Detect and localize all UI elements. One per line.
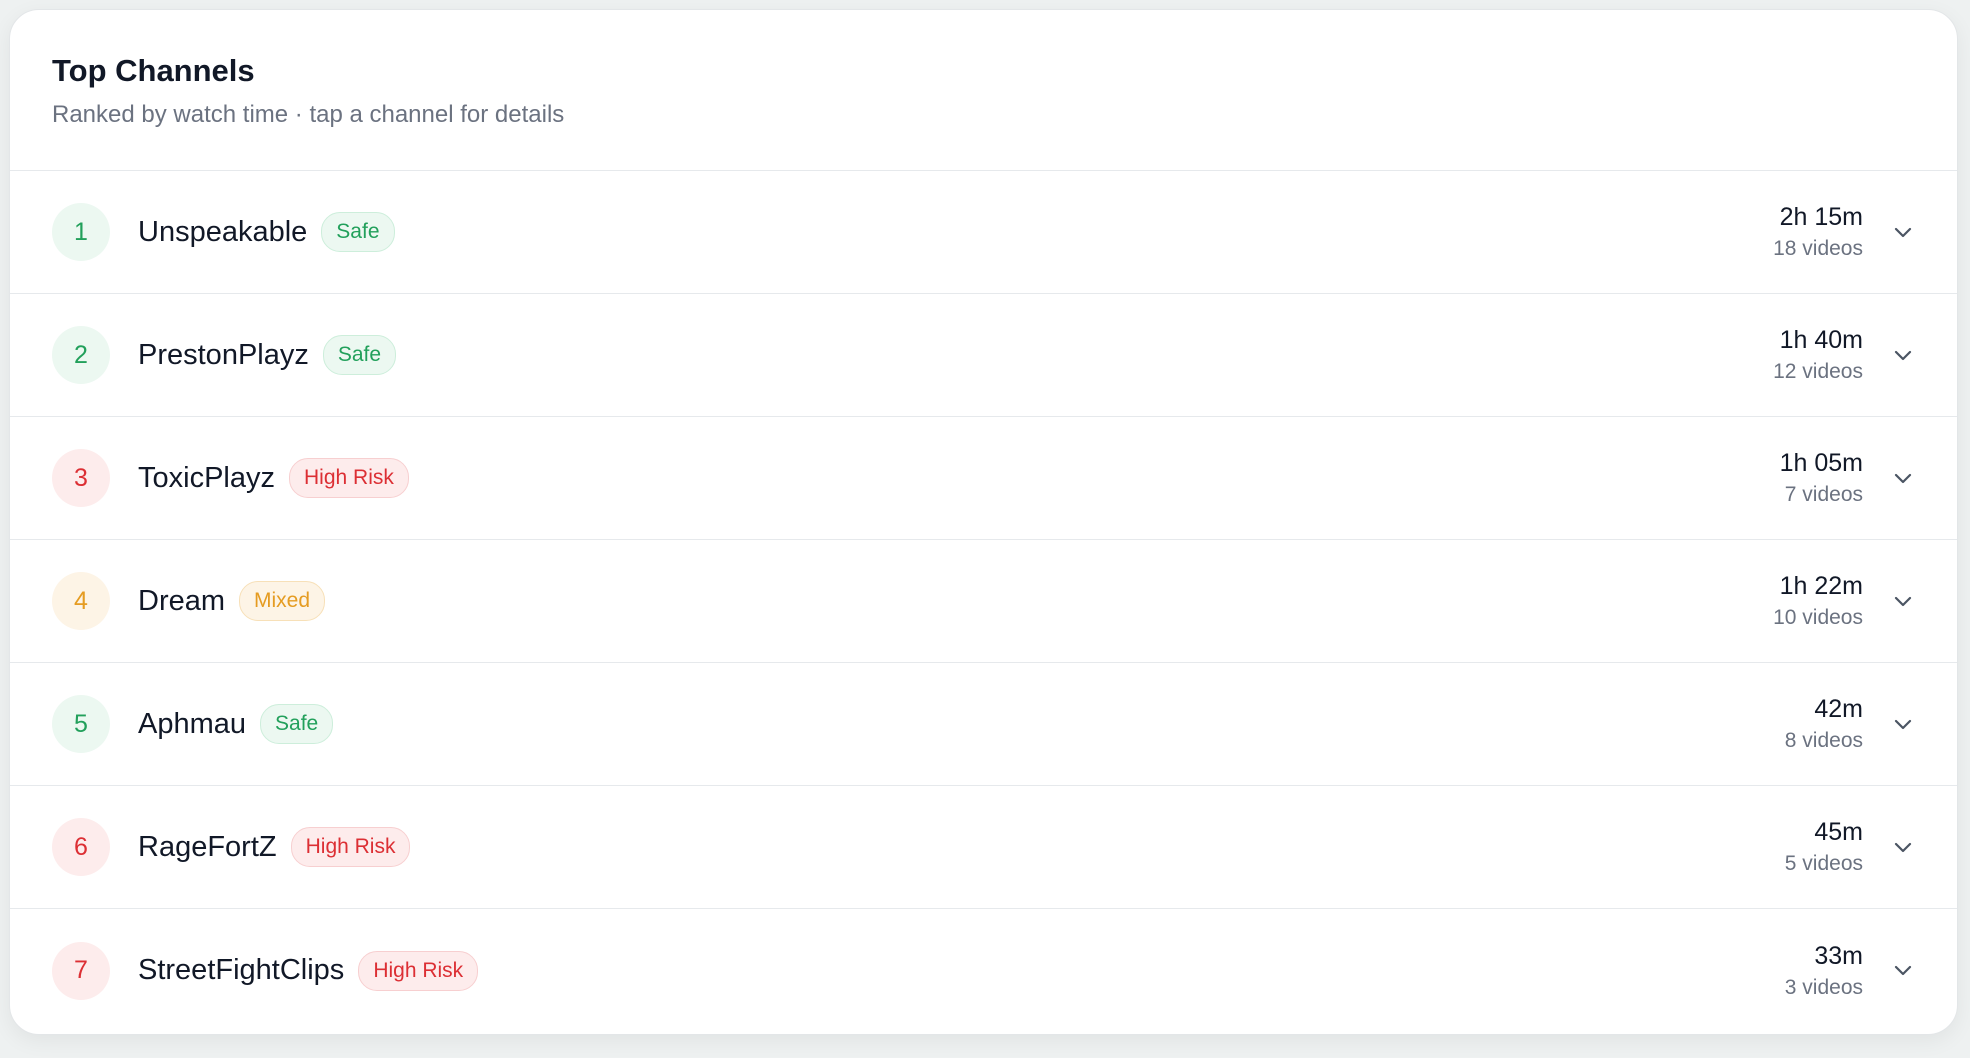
- risk-badge: High Risk: [358, 950, 479, 991]
- channel-stats: 1h 22m 10 videos: [1773, 571, 1863, 630]
- channel-name: Unspeakable: [138, 215, 308, 248]
- card-header: Top Channels Ranked by watch time · tap …: [10, 10, 1957, 171]
- channel-stats: 33m 3 videos: [1785, 941, 1863, 1000]
- channel-name: RageFortZ: [138, 830, 277, 863]
- watch-time: 1h 40m: [1779, 326, 1863, 355]
- video-count: 18 videos: [1773, 237, 1863, 261]
- channel-name: ToxicPlayz: [138, 461, 275, 494]
- channel-row[interactable]: 1 Unspeakable Safe 2h 15m 18 videos: [10, 171, 1957, 294]
- chevron-down-icon[interactable]: [1891, 835, 1915, 859]
- video-count: 8 videos: [1784, 729, 1863, 753]
- channel-name: Dream: [138, 584, 226, 617]
- channel-row[interactable]: 3 ToxicPlayz High Risk 1h 05m 7 videos: [10, 417, 1957, 540]
- rank-circle: 1: [52, 203, 110, 261]
- channel-stats: 2h 15m 18 videos: [1773, 202, 1863, 261]
- watch-time: 1h 05m: [1779, 449, 1863, 478]
- risk-badge: Safe: [321, 212, 395, 252]
- risk-badge: High Risk: [289, 458, 409, 498]
- channel-stats: 1h 05m 7 videos: [1780, 448, 1863, 507]
- watch-time: 42m: [1814, 695, 1863, 724]
- watch-time: 45m: [1814, 818, 1863, 847]
- card-title: Top Channels: [52, 53, 255, 88]
- video-count: 7 videos: [1784, 483, 1863, 507]
- chevron-down-icon[interactable]: [1891, 589, 1915, 613]
- channel-row[interactable]: 7 StreetFightClips High Risk 33m 3 video…: [10, 909, 1957, 1032]
- channel-name: StreetFightClips: [138, 954, 345, 986]
- chevron-down-icon[interactable]: [1891, 466, 1915, 490]
- channel-stats: 45m 5 videos: [1785, 817, 1863, 876]
- channel-row[interactable]: 4 Dream Mixed 1h 22m 10 videos: [10, 540, 1957, 663]
- channel-name: PrestonPlayz: [138, 338, 309, 371]
- risk-badge: Mixed: [239, 581, 326, 621]
- rank-circle: 6: [52, 818, 110, 876]
- channel-row[interactable]: 6 RageFortZ High Risk 45m 5 videos: [10, 786, 1957, 909]
- channel-list: 1 Unspeakable Safe 2h 15m 18 videos 2 Pr…: [10, 171, 1957, 1032]
- channel-name: Aphmau: [138, 707, 247, 740]
- rank-circle: 2: [52, 326, 110, 384]
- top-channels-card: Top Channels Ranked by watch time · tap …: [9, 9, 1958, 1035]
- video-count: 5 videos: [1784, 852, 1863, 876]
- risk-badge: Safe: [322, 335, 397, 375]
- watch-time: 2h 15m: [1779, 203, 1863, 232]
- channel-row[interactable]: 2 PrestonPlayz Safe 1h 40m 12 videos: [10, 294, 1957, 417]
- chevron-down-icon[interactable]: [1891, 712, 1915, 736]
- chevron-down-icon[interactable]: [1891, 343, 1915, 367]
- rank-circle: 3: [52, 449, 110, 507]
- rank-circle: 7: [52, 941, 110, 1000]
- video-count: 3 videos: [1784, 975, 1863, 999]
- channel-row[interactable]: 5 Aphmau Safe 42m 8 videos: [10, 663, 1957, 786]
- risk-badge: Safe: [260, 704, 334, 744]
- rank-circle: 5: [52, 695, 110, 753]
- chevron-down-icon[interactable]: [1891, 220, 1915, 244]
- video-count: 10 videos: [1773, 606, 1863, 630]
- watch-time: 33m: [1814, 941, 1863, 970]
- channel-stats: 42m 8 videos: [1785, 694, 1863, 753]
- watch-time: 1h 22m: [1779, 572, 1863, 601]
- card-subtitle: Ranked by watch time · tap a channel for…: [52, 101, 565, 129]
- video-count: 12 videos: [1773, 360, 1863, 384]
- risk-badge: High Risk: [290, 827, 411, 867]
- chevron-down-icon[interactable]: [1891, 959, 1915, 983]
- rank-circle: 4: [52, 572, 110, 630]
- channel-stats: 1h 40m 12 videos: [1773, 325, 1863, 384]
